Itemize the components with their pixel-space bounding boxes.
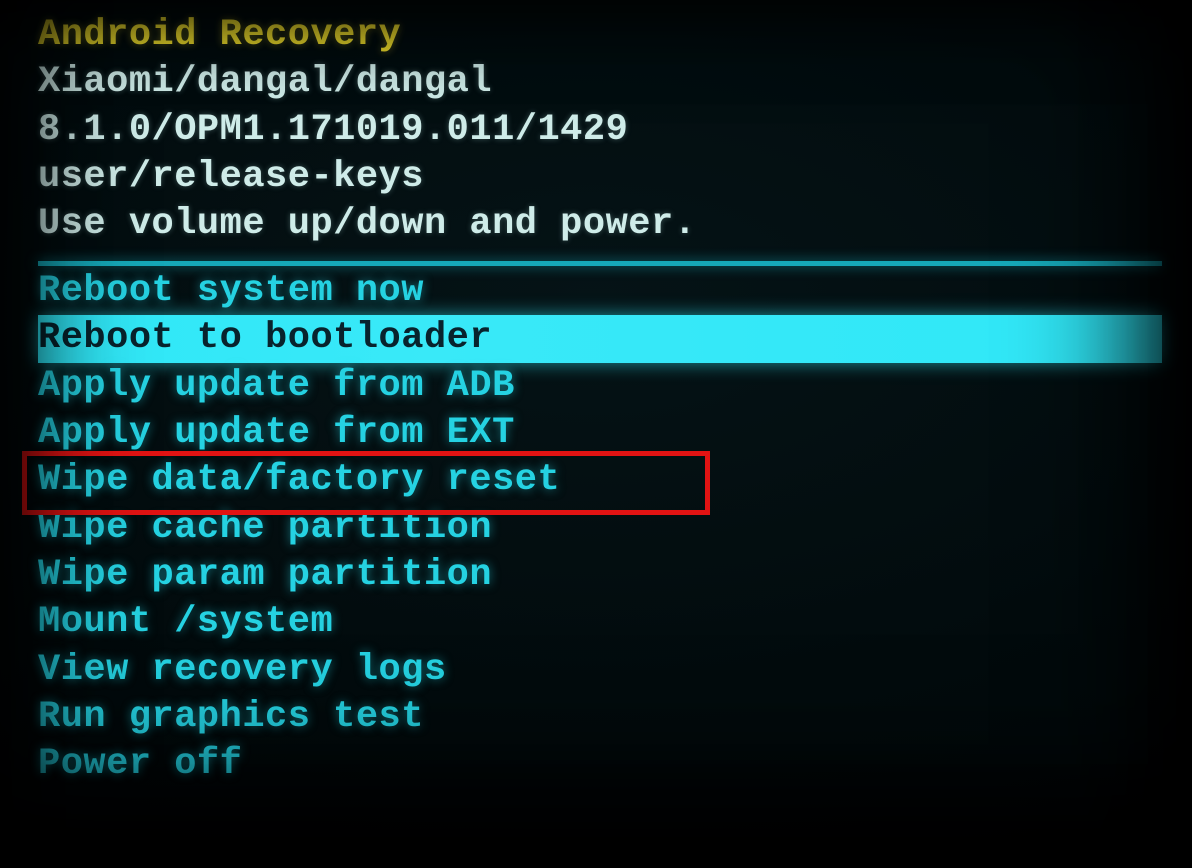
build-line: 8.1.0/OPM1.171019.011/1429 (4, 107, 1188, 154)
menu-item-reboot-bootloader[interactable]: Reboot to bootloader (38, 315, 1162, 362)
menu-item-wipe-param[interactable]: Wipe param partition (4, 552, 1188, 599)
menu-item-view-logs[interactable]: View recovery logs (4, 647, 1188, 694)
recovery-menu: Reboot system now Reboot to bootloader A… (4, 268, 1188, 789)
recovery-title: Android Recovery (4, 12, 1188, 59)
menu-item-mount-system[interactable]: Mount /system (4, 599, 1188, 646)
menu-item-apply-adb[interactable]: Apply update from ADB (4, 363, 1188, 410)
keys-line: user/release-keys (4, 154, 1188, 201)
menu-item-power-off[interactable]: Power off (4, 741, 1188, 788)
divider-line (38, 261, 1162, 266)
menu-item-wipe-cache[interactable]: Wipe cache partition (4, 505, 1188, 552)
device-line: Xiaomi/dangal/dangal (4, 59, 1188, 106)
menu-item-graphics-test[interactable]: Run graphics test (4, 694, 1188, 741)
menu-item-wipe-data[interactable]: Wipe data/factory reset (4, 457, 1188, 504)
menu-item-reboot-system[interactable]: Reboot system now (4, 268, 1188, 315)
menu-item-apply-ext[interactable]: Apply update from EXT (4, 410, 1188, 457)
nav-hint: Use volume up/down and power. (4, 201, 1188, 248)
